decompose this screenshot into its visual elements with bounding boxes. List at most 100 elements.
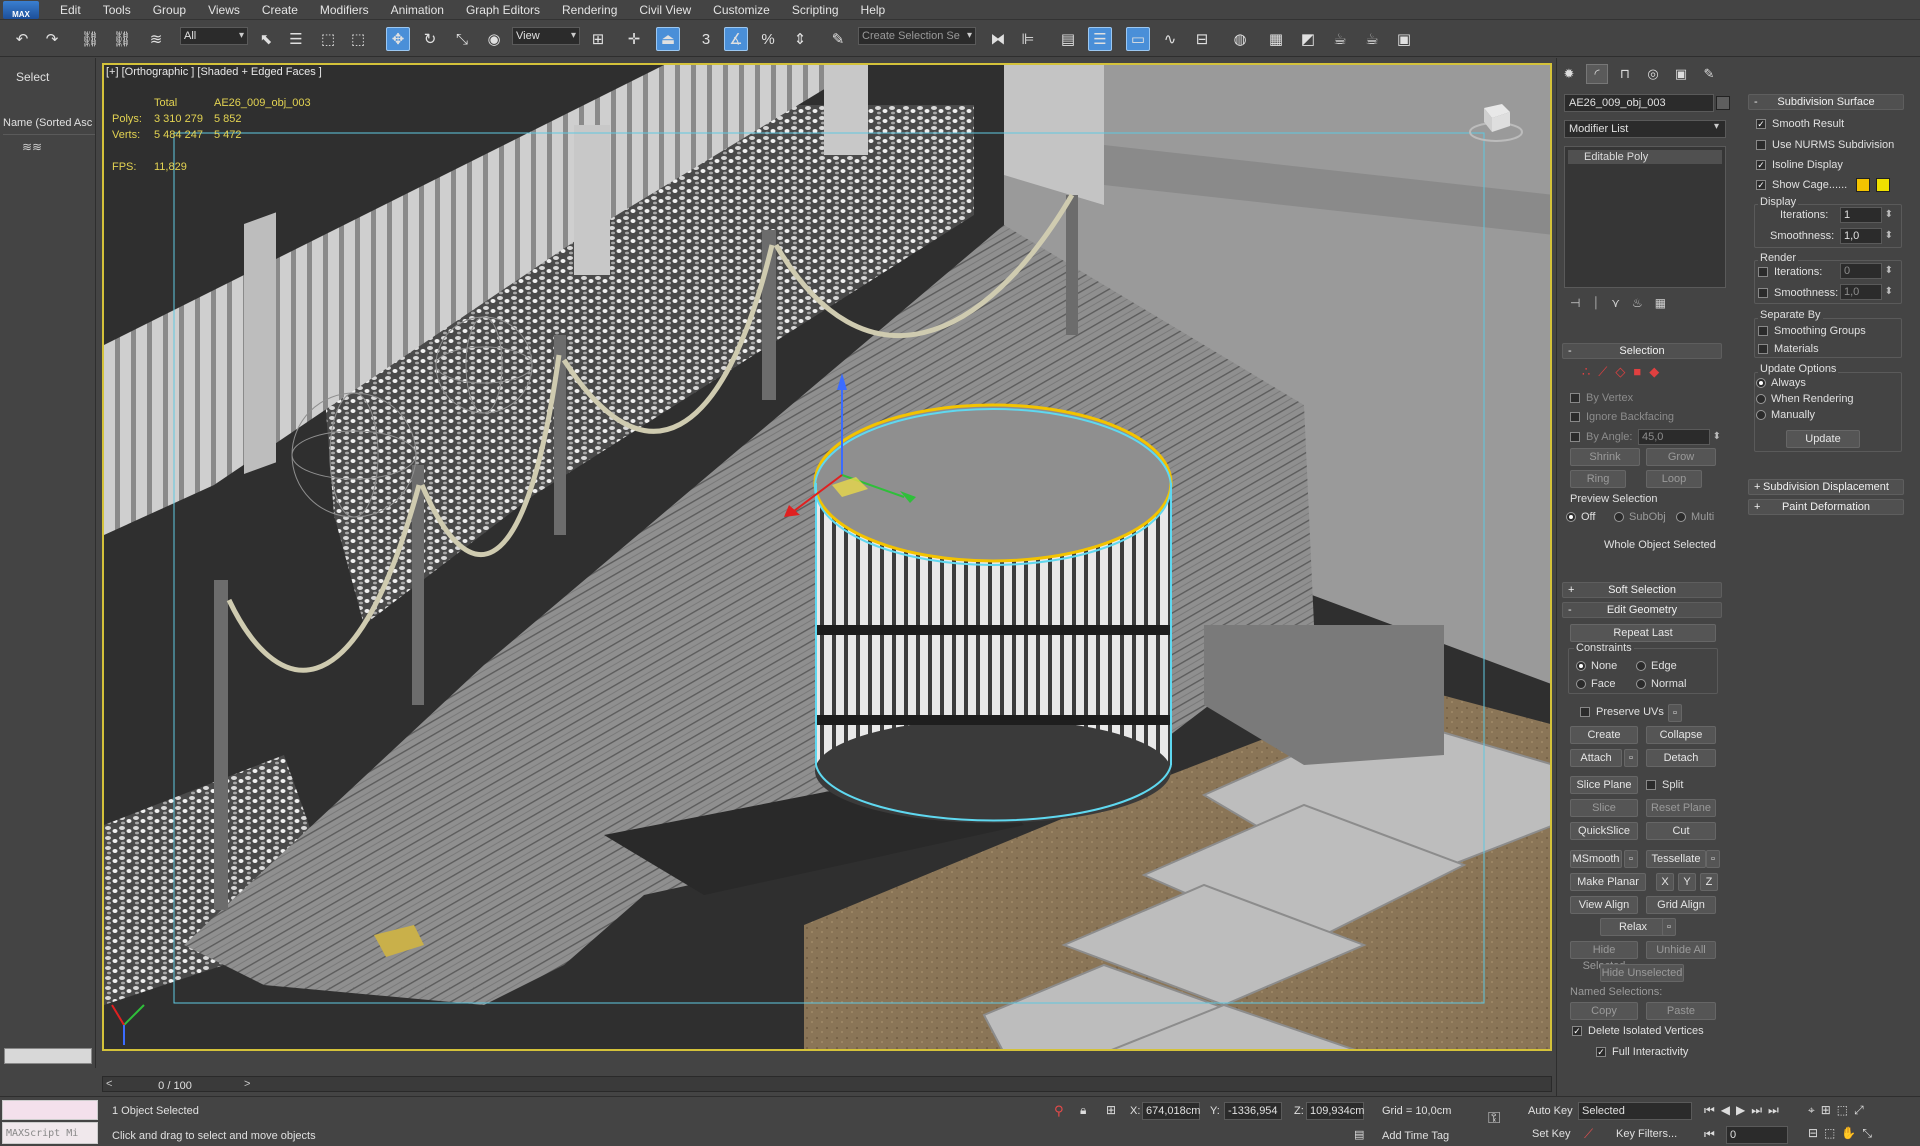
create-button[interactable]: Create [1570, 726, 1638, 744]
preserve-uvs-checkbox[interactable]: Preserve UVs [1580, 706, 1664, 718]
smoothing-groups-checkbox[interactable]: Smoothing Groups [1758, 325, 1866, 337]
copy-button[interactable]: Copy [1570, 1002, 1638, 1020]
display-smoothness-spinner[interactable]: 1,0 [1840, 228, 1893, 244]
angle-snap-icon[interactable]: ∡ [724, 27, 748, 51]
add-time-tag[interactable]: Add Time Tag [1382, 1130, 1449, 1142]
soft-selection-rollout-header[interactable]: + Soft Selection [1562, 582, 1722, 598]
rotate-icon[interactable]: ↻ [418, 27, 442, 51]
modify-tab-icon[interactable]: ◜ [1586, 64, 1608, 84]
by-vertex-checkbox[interactable]: By Vertex [1570, 392, 1633, 404]
materials-checkbox[interactable]: Materials [1758, 343, 1819, 355]
menu-help[interactable]: Help [850, 0, 897, 20]
z-coord-field[interactable]: 109,934cm [1306, 1102, 1364, 1120]
scene-explorer-icon[interactable]: ▤ [1056, 27, 1080, 51]
utilities-tab-icon[interactable]: ✎ [1698, 64, 1720, 84]
selection-rollout-header[interactable]: - Selection [1562, 343, 1722, 359]
cut-button[interactable]: Cut [1646, 822, 1716, 840]
menu-create[interactable]: Create [251, 0, 309, 20]
ignore-backfacing-checkbox[interactable]: Ignore Backfacing [1570, 411, 1674, 423]
link-icon[interactable]: ⛓ [78, 27, 102, 51]
viewport-nav-icons-2[interactable]: ⊟⬚✋⤡ [1808, 1126, 1878, 1141]
constraint-normal-radio[interactable]: Normal [1636, 678, 1686, 690]
menu-modifiers[interactable]: Modifiers [309, 0, 380, 20]
display-tab-icon[interactable]: ▣ [1670, 64, 1692, 84]
undo-icon[interactable]: ↶ [10, 27, 34, 51]
preview-subobj-radio[interactable]: SubObj [1614, 511, 1666, 523]
schematic-view-icon[interactable]: ⊟ [1190, 27, 1214, 51]
stack-tools-icons[interactable]: ⊣⏐⋎♨▦ [1570, 296, 1678, 311]
delete-isolated-checkbox[interactable]: ✓ Delete Isolated Vertices [1572, 1025, 1704, 1037]
attach-button[interactable]: Attach [1570, 749, 1622, 767]
render-iterations-checkbox[interactable]: Iterations: [1758, 266, 1822, 278]
pivot-icon[interactable]: ⊞ [586, 27, 610, 51]
window-crossing-icon[interactable]: ⬚ [346, 27, 370, 51]
menu-animation[interactable]: Animation [380, 0, 455, 20]
placement-icon[interactable]: ◉ [482, 27, 506, 51]
selection-filter-dropdown[interactable]: All [180, 27, 248, 45]
object-color-swatch[interactable] [1716, 96, 1730, 110]
toggle-ribbon-icon[interactable]: ▭ [1126, 27, 1150, 51]
subobject-level-icons[interactable]: ∴⟋◇■◆ [1582, 364, 1667, 380]
subdivision-surface-rollout-header[interactable]: - Subdivision Surface [1748, 94, 1904, 110]
edit-geometry-rollout-header[interactable]: - Edit Geometry [1562, 602, 1722, 618]
cage-color-swatch[interactable] [1856, 178, 1870, 192]
tessellate-settings-button[interactable]: ▫ [1706, 850, 1720, 868]
ring-button[interactable]: Ring [1570, 470, 1626, 488]
mirror-icon[interactable]: ⧓ [986, 27, 1010, 51]
rect-region-icon[interactable]: ⬚ [316, 27, 340, 51]
selection-lock-icon[interactable]: 🔒︎ [1080, 1103, 1086, 1118]
preview-off-radio[interactable]: Off [1566, 511, 1595, 523]
paint-deformation-rollout-header[interactable]: + Paint Deformation [1748, 499, 1904, 515]
app-logo[interactable]: MAX [3, 0, 39, 19]
key-mode-icon[interactable]: ⚿ [1488, 1110, 1500, 1128]
update-manually-radio[interactable]: Manually [1756, 409, 1815, 421]
time-prev-icon[interactable]: < [106, 1078, 112, 1090]
object-name-field[interactable]: AE26_009_obj_003 [1564, 94, 1714, 112]
scale-icon[interactable]: ⤡ [450, 27, 474, 51]
percent-snap-icon[interactable]: % [756, 27, 780, 51]
playback-controls[interactable]: ⏮◀▶⏭⏭ [1704, 1103, 1785, 1118]
update-always-radio[interactable]: Always [1756, 377, 1806, 389]
relax-button[interactable]: Relax [1600, 918, 1666, 936]
auto-key-button[interactable]: Auto Key [1528, 1105, 1573, 1117]
use-nurms-checkbox[interactable]: Use NURMS Subdivision [1756, 139, 1894, 151]
menu-rendering[interactable]: Rendering [551, 0, 628, 20]
viewcube-icon[interactable] [1468, 98, 1524, 144]
time-tag-icon[interactable]: ▤ [1354, 1128, 1364, 1141]
ref-coord-dropdown[interactable]: View [512, 27, 580, 45]
motion-tab-icon[interactable]: ◎ [1642, 64, 1664, 84]
viewport-label[interactable]: [+] [Orthographic ] [Shaded + Edged Face… [106, 66, 322, 78]
move-icon[interactable]: ✥ [386, 27, 410, 51]
redo-icon[interactable]: ↷ [40, 27, 64, 51]
by-angle-checkbox[interactable]: By Angle: [1570, 431, 1632, 443]
scene-explorer-header[interactable]: Name (Sorted Asc [3, 117, 95, 135]
cage-selected-color-swatch[interactable] [1876, 178, 1890, 192]
set-key-button[interactable]: Set Key [1532, 1128, 1571, 1140]
snaps-toggle-icon[interactable]: 3 [694, 27, 718, 51]
menu-tools[interactable]: Tools [92, 0, 142, 20]
layers-icon[interactable]: ≋≋ [22, 140, 42, 154]
rendered-frame-icon[interactable]: ◩ [1296, 27, 1320, 51]
time-next-icon[interactable]: > [244, 1078, 250, 1090]
set-key-icon[interactable]: ⟋ [1584, 1126, 1593, 1142]
key-filters-button[interactable]: Key Filters... [1616, 1128, 1677, 1140]
slice-button[interactable]: Slice [1570, 799, 1638, 817]
spinner-snap-icon[interactable]: ⇕ [788, 27, 812, 51]
menu-scripting[interactable]: Scripting [781, 0, 850, 20]
render-setup-icon[interactable]: ▦ [1264, 27, 1288, 51]
attach-list-button[interactable]: ▫ [1624, 749, 1638, 767]
by-angle-spinner[interactable]: 45,0 [1638, 429, 1721, 445]
keyboard-shortcut-icon[interactable]: ⏏ [656, 27, 680, 51]
split-checkbox[interactable]: Split [1646, 779, 1683, 791]
modifier-stack[interactable] [1564, 146, 1726, 288]
quickslice-button[interactable]: QuickSlice [1570, 822, 1638, 840]
grow-button[interactable]: Grow [1646, 448, 1716, 466]
loop-button[interactable]: Loop [1646, 470, 1702, 488]
slice-plane-button[interactable]: Slice Plane [1570, 776, 1638, 794]
perspective-viewport[interactable] [102, 63, 1552, 1051]
grid-align-button[interactable]: Grid Align [1646, 896, 1716, 914]
manipulate-icon[interactable]: ✛ [622, 27, 646, 51]
absolute-mode-icon[interactable]: ⊞ [1106, 1103, 1116, 1117]
show-cage-checkbox[interactable]: ✓ Show Cage...... [1756, 179, 1847, 191]
full-interactivity-checkbox[interactable]: ✓ Full Interactivity [1596, 1046, 1688, 1058]
